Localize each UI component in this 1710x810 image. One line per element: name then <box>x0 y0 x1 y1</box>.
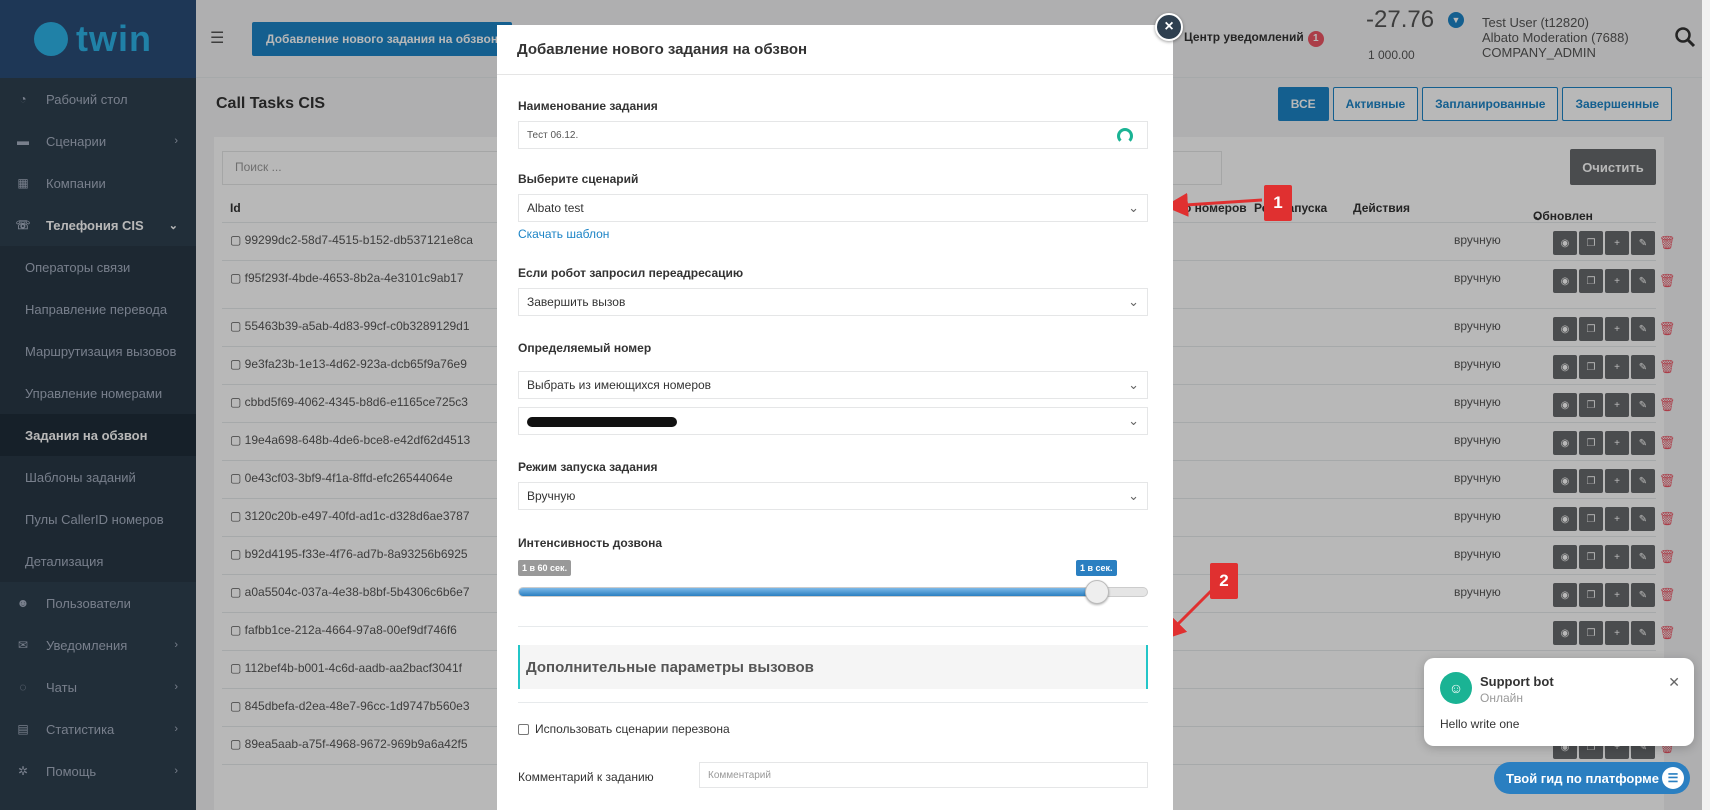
divider <box>518 626 1148 627</box>
support-chat-popup[interactable]: ☺ Support bot Онлайн ✕ Hello write one <box>1424 658 1694 746</box>
redirect-select[interactable]: Завершить вызов ⌄ <box>518 288 1148 316</box>
extra-params-section[interactable]: Дополнительные параметры вызовов <box>518 645 1148 689</box>
download-template-link[interactable]: Скачать шаблон <box>518 227 609 241</box>
loading-icon <box>1117 128 1133 144</box>
task-name-value: Тест 06.12. <box>527 129 579 141</box>
chevron-down-icon: ⌄ <box>1128 488 1139 503</box>
chevron-down-icon: ⌄ <box>1128 200 1139 215</box>
task-name-input[interactable]: Тест 06.12. <box>518 121 1148 149</box>
intensity-label: Интенсивность дозвона <box>518 536 663 550</box>
launch-mode-label: Режим запуска задания <box>518 460 658 474</box>
intensity-slider[interactable] <box>518 580 1148 604</box>
chevron-down-icon: ⌄ <box>1128 377 1139 392</box>
scenario-value: Albato test <box>527 201 584 215</box>
launch-mode-select[interactable]: Вручную ⌄ <box>518 482 1148 510</box>
divider <box>518 702 1148 703</box>
annotation-marker-2: 2 <box>1210 563 1238 599</box>
number-label: Определяемый номер <box>518 341 652 355</box>
number-select[interactable]: ⌄ <box>518 407 1148 435</box>
add-task-modal: Добавление нового задания на обзвон Наим… <box>497 25 1173 810</box>
chevron-down-icon: ⌄ <box>1128 413 1139 428</box>
launch-mode-value: Вручную <box>527 489 576 503</box>
bot-name: Support bot <box>1480 674 1554 689</box>
modal-title: Добавление нового задания на обзвон <box>497 25 1173 75</box>
bot-status: Онлайн <box>1480 691 1523 705</box>
chevron-down-icon: ⌄ <box>1128 294 1139 309</box>
slider-handle[interactable] <box>1084 580 1109 604</box>
task-name-label: Наименование задания <box>518 99 658 113</box>
slider-fill <box>519 588 1097 596</box>
comment-label: Комментарий к заданию <box>518 770 654 784</box>
number-source-value: Выбрать из имеющихся номеров <box>527 378 712 392</box>
redial-checkbox[interactable] <box>518 723 529 735</box>
annotation-arrow-1 <box>1164 192 1263 217</box>
guide-label: Твой гид по платформе <box>1506 770 1659 786</box>
number-source-select[interactable]: Выбрать из имеющихся номеров ⌄ <box>518 371 1148 399</box>
chat-bubble-icon: ☰ <box>1662 767 1684 789</box>
slider-min-label: 1 в 60 сек. <box>518 560 572 576</box>
slider-value-label: 1 в сек. <box>1076 560 1117 576</box>
modal-close-button[interactable]: × <box>1155 13 1183 41</box>
scenario-label: Выберите сценарий <box>518 172 639 186</box>
comment-input[interactable]: Комментарий <box>699 762 1148 788</box>
scenario-select[interactable]: Albato test ⌄ <box>518 194 1148 222</box>
bot-message: Hello write one <box>1440 717 1520 731</box>
redirect-label: Если робот запросил переадресацию <box>518 266 744 280</box>
annotation-marker-1: 1 <box>1264 185 1292 221</box>
close-icon[interactable]: ✕ <box>1668 674 1680 691</box>
page-scrollbar[interactable] <box>1702 0 1710 810</box>
redacted-number <box>527 417 677 427</box>
platform-guide-button[interactable]: Твой гид по платформе ☰ <box>1494 762 1690 794</box>
redial-option[interactable]: Использовать сценарии перезвона <box>518 722 730 736</box>
redirect-value: Завершить вызов <box>527 295 626 309</box>
redial-label: Использовать сценарии перезвона <box>535 722 730 736</box>
bot-avatar-icon: ☺ <box>1440 672 1472 704</box>
